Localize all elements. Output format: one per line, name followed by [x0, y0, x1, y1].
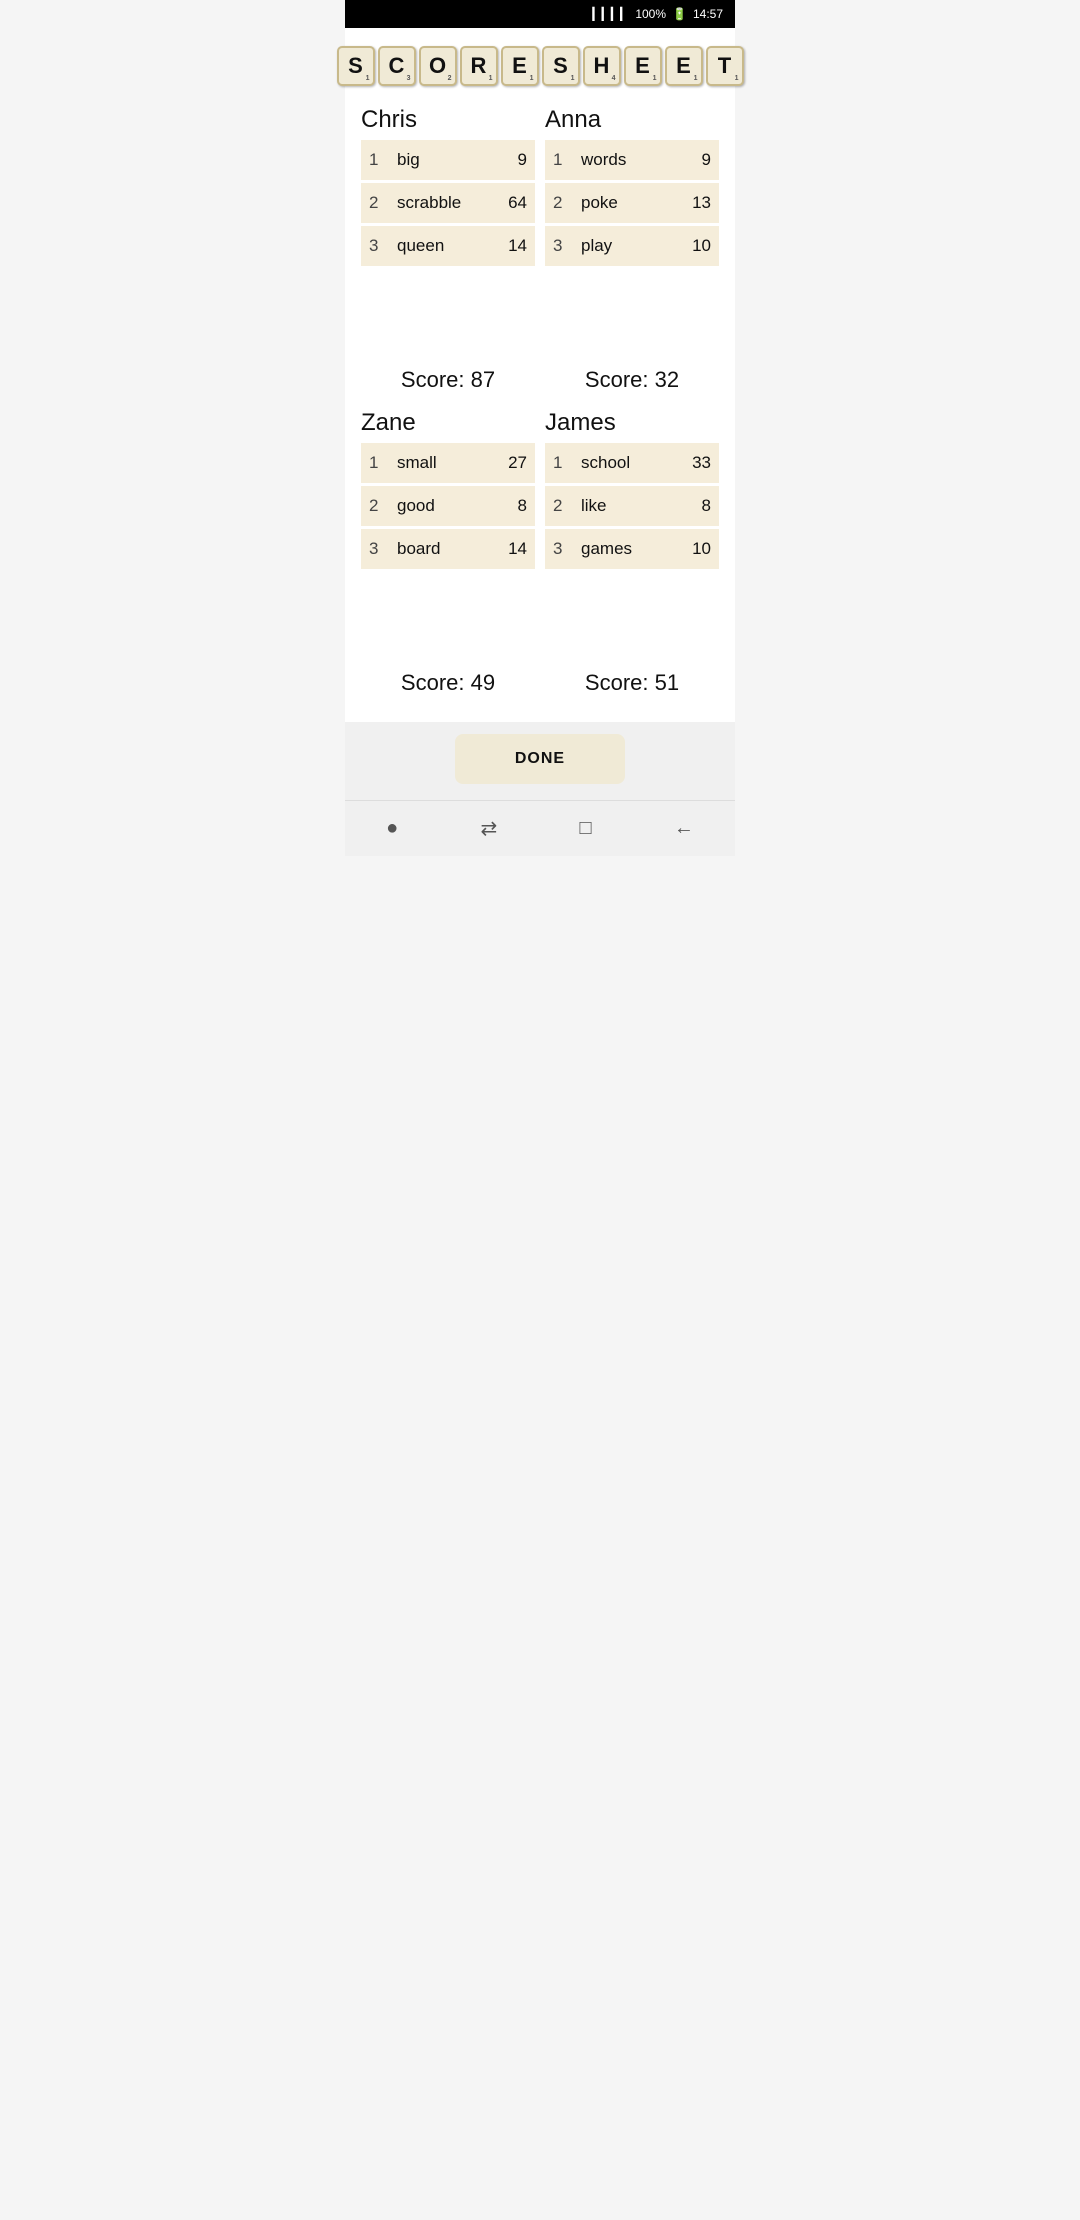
- swap-icon[interactable]: ⇄: [480, 816, 497, 841]
- row-word: queen: [389, 225, 491, 268]
- row-score: 10: [669, 528, 719, 571]
- row-score: 13: [666, 182, 719, 225]
- tile-c-1: C3: [378, 46, 416, 86]
- table-row: 2 good 8: [361, 485, 535, 528]
- row-num: 1: [545, 140, 573, 182]
- back-icon[interactable]: ←: [674, 817, 694, 840]
- row-num: 3: [545, 225, 573, 268]
- signal-icon: ▎▎▎▎: [592, 7, 629, 21]
- player-chris-name: Chris: [361, 106, 535, 134]
- anna-score-total: Score: 32: [545, 367, 719, 393]
- table-row: 3 queen 14: [361, 225, 535, 268]
- table-row: 2 like 8: [545, 485, 719, 528]
- james-score-table: 1 school 33 2 like 8 3 games 10: [545, 443, 719, 572]
- row-num: 3: [545, 528, 573, 571]
- chris-score-total: Score: 87: [361, 367, 535, 393]
- title-area: S1C3O2R1E1S1H4E1E1T1: [345, 28, 735, 96]
- bottom-scores-row: Score: 49 Score: 51: [361, 670, 719, 696]
- row-word: like: [573, 485, 669, 528]
- table-row: 1 words 9: [545, 140, 719, 182]
- top-scores-row: Score: 87 Score: 32: [361, 367, 719, 393]
- tile-o-2: O2: [419, 46, 457, 86]
- row-score: 33: [669, 443, 719, 485]
- row-word: board: [389, 528, 481, 571]
- player-anna-name: Anna: [545, 106, 719, 134]
- zane-score-total: Score: 49: [361, 670, 535, 696]
- tile-e-8: E1: [665, 46, 703, 86]
- table-row: 1 school 33: [545, 443, 719, 485]
- row-score: 8: [669, 485, 719, 528]
- table-row: 3 board 14: [361, 528, 535, 571]
- table-row: 3 play 10: [545, 225, 719, 268]
- chris-score-table: 1 big 9 2 scrabble 64 3 queen 14: [361, 140, 535, 269]
- row-word: small: [389, 443, 481, 485]
- tile-h-6: H4: [583, 46, 621, 86]
- player-zane-name: Zane: [361, 409, 535, 437]
- row-word: games: [573, 528, 669, 571]
- tile-s-5: S1: [542, 46, 580, 86]
- row-word: good: [389, 485, 481, 528]
- row-num: 1: [545, 443, 573, 485]
- row-num: 3: [361, 528, 389, 571]
- table-row: 2 poke 13: [545, 182, 719, 225]
- row-num: 2: [361, 485, 389, 528]
- row-num: 2: [545, 485, 573, 528]
- battery-level: 100%: [635, 7, 666, 21]
- row-score: 10: [666, 225, 719, 268]
- battery-icon: 🔋: [672, 7, 687, 21]
- square-icon[interactable]: □: [579, 817, 591, 840]
- row-score: 27: [481, 443, 535, 485]
- row-word: big: [389, 140, 491, 182]
- tile-e-4: E1: [501, 46, 539, 86]
- row-num: 2: [545, 182, 573, 225]
- player-james: James 1 school 33 2 like 8 3 games 10: [545, 409, 719, 572]
- row-word: poke: [573, 182, 666, 225]
- anna-score-table: 1 words 9 2 poke 13 3 play 10: [545, 140, 719, 269]
- row-num: 2: [361, 182, 389, 225]
- table-row: 3 games 10: [545, 528, 719, 571]
- table-row: 1 small 27: [361, 443, 535, 485]
- player-zane: Zane 1 small 27 2 good 8 3 board 14: [361, 409, 535, 572]
- table-row: 1 big 9: [361, 140, 535, 182]
- row-score: 9: [666, 140, 719, 182]
- bottom-players-grid: Zane 1 small 27 2 good 8 3 board 14 Jame…: [361, 409, 719, 580]
- done-button-container: DONE: [345, 722, 735, 800]
- row-score: 64: [491, 182, 535, 225]
- table-row: 2 scrabble 64: [361, 182, 535, 225]
- player-james-name: James: [545, 409, 719, 437]
- time-display: 14:57: [693, 7, 723, 21]
- scrabble-title: S1C3O2R1E1S1H4E1E1T1: [337, 46, 744, 86]
- row-score: 8: [481, 485, 535, 528]
- player-anna: Anna 1 words 9 2 poke 13 3 play 10: [545, 106, 719, 269]
- james-score-total: Score: 51: [545, 670, 719, 696]
- done-button[interactable]: DONE: [455, 734, 625, 784]
- nav-bar: ● ⇄ □ ←: [345, 800, 735, 856]
- row-word: words: [573, 140, 666, 182]
- player-chris: Chris 1 big 9 2 scrabble 64 3 queen 14: [361, 106, 535, 269]
- row-word: school: [573, 443, 669, 485]
- row-word: play: [573, 225, 666, 268]
- row-word: scrabble: [389, 182, 491, 225]
- tile-t-9: T1: [706, 46, 744, 86]
- row-score: 14: [481, 528, 535, 571]
- tile-r-3: R1: [460, 46, 498, 86]
- zane-score-table: 1 small 27 2 good 8 3 board 14: [361, 443, 535, 572]
- tile-e-7: E1: [624, 46, 662, 86]
- top-players-grid: Chris 1 big 9 2 scrabble 64 3 queen 14 A…: [361, 106, 719, 277]
- row-score: 14: [491, 225, 535, 268]
- dot-icon[interactable]: ●: [386, 817, 398, 840]
- row-num: 3: [361, 225, 389, 268]
- status-bar: ▎▎▎▎ 100% 🔋 14:57: [345, 0, 735, 28]
- tile-s-0: S1: [337, 46, 375, 86]
- main-content: Chris 1 big 9 2 scrabble 64 3 queen 14 A…: [345, 96, 735, 722]
- row-num: 1: [361, 140, 389, 182]
- row-num: 1: [361, 443, 389, 485]
- row-score: 9: [491, 140, 535, 182]
